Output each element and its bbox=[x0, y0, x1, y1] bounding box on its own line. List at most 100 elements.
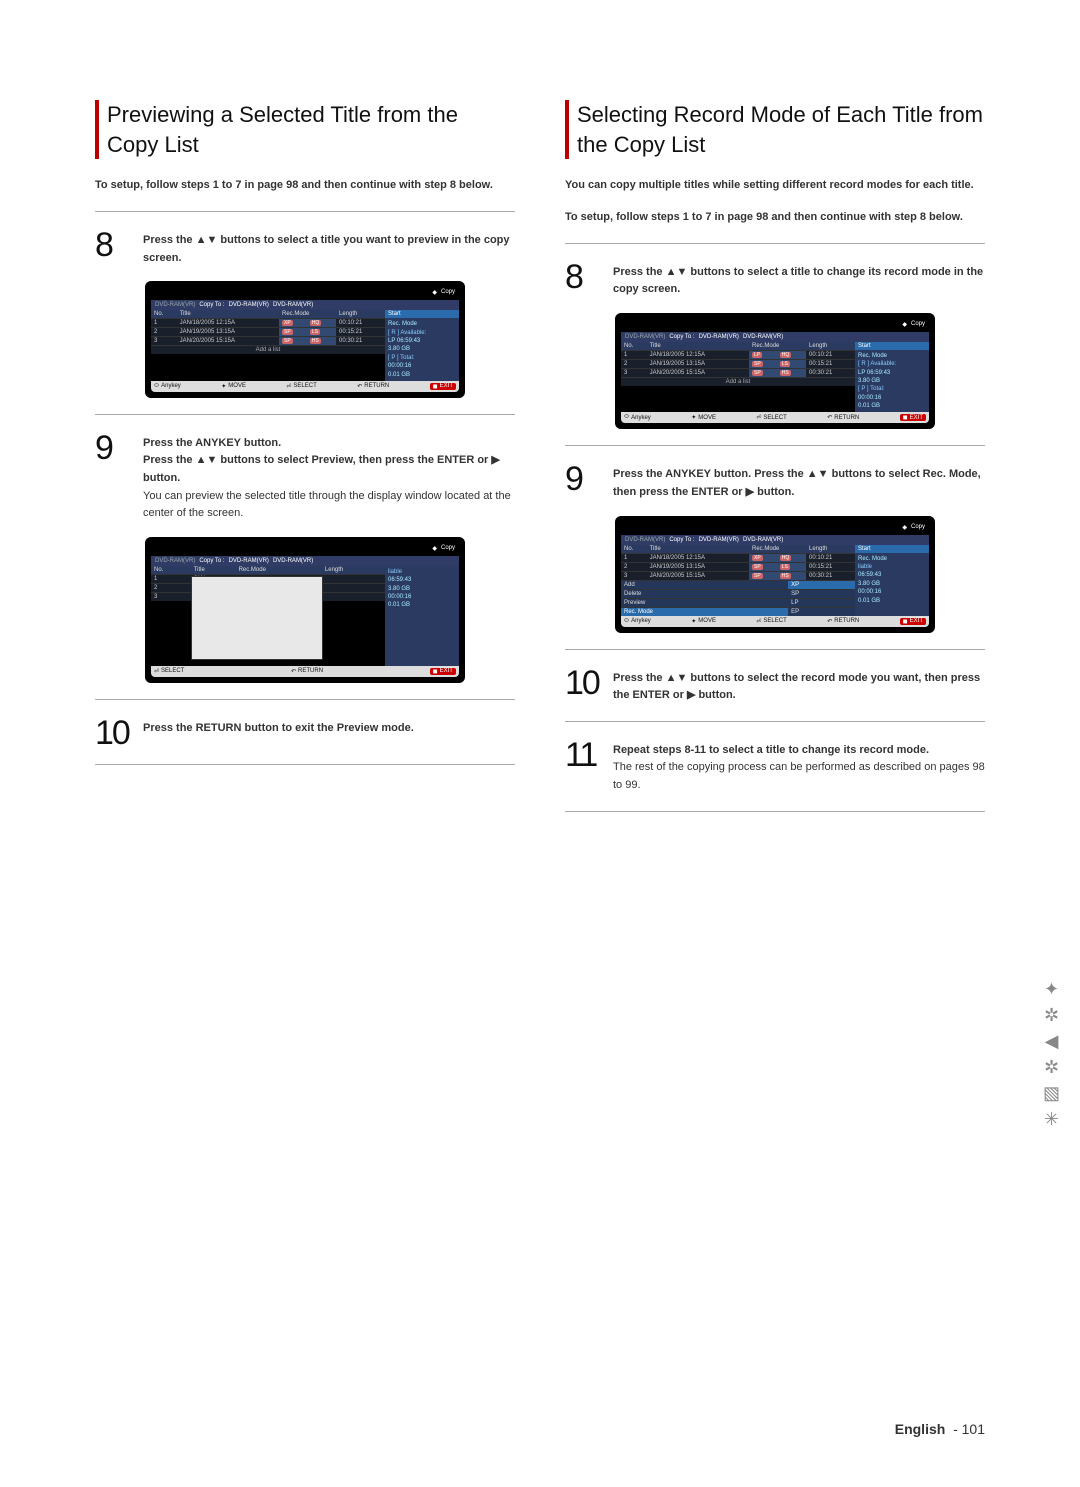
diamond-icon: ◆ bbox=[432, 545, 437, 552]
copy-screen-recmode: ◆Copy DVD-RAM(VR) Copy To : DVD-RAM(VR) … bbox=[615, 516, 935, 633]
nav-bar: ⏎ SELECT ↶ RETURN ◼ EXIT bbox=[151, 666, 459, 677]
copy-header: DVD-RAM(VR) Copy To : DVD-RAM(VR) DVD-RA… bbox=[151, 556, 459, 566]
cell: HS bbox=[777, 571, 806, 580]
mode-badge: LS bbox=[310, 329, 320, 335]
copy-header: DVD-RAM(VR) Copy To : DVD-RAM(VR) DVD-RA… bbox=[621, 535, 929, 545]
mode-badge: LS bbox=[780, 361, 790, 367]
cell: 00:15:21 bbox=[806, 562, 855, 571]
table-header-row: No.TitleRec.ModeLength bbox=[151, 566, 385, 575]
diamond-icon: ◆ bbox=[902, 524, 907, 531]
table-row: 3JAN/20/2005 15:15ASPHS00:30:21 bbox=[151, 337, 385, 346]
avail-gb: 3.80 GB bbox=[388, 345, 456, 353]
diamond-icon: ◆ bbox=[432, 289, 437, 296]
available-label: [ R ] Available: bbox=[388, 329, 456, 337]
table-row: 2JAN/19/2005 13:15ASPLS00:15:21 bbox=[151, 328, 385, 337]
step-number: 9 bbox=[95, 433, 135, 464]
cell: HQ bbox=[777, 553, 806, 562]
gear-icon: ✲ bbox=[1044, 1058, 1059, 1076]
title-table: No.TitleRec.ModeLength 1JAN/18/2005 12:1… bbox=[151, 310, 385, 354]
start-button: Start bbox=[385, 310, 459, 318]
step-text: Press the ANYKEY button. Press the ▲▼ bu… bbox=[143, 433, 515, 523]
mode-badge: SP bbox=[282, 329, 293, 335]
side-panel: Start Rec. Mode liable 06:59:43 3.80 GB … bbox=[855, 545, 929, 616]
col-length: Length bbox=[322, 566, 385, 575]
cell: JAN/20/2005 15:15A bbox=[647, 368, 749, 377]
cell: SP bbox=[279, 328, 307, 337]
cell: 1 bbox=[151, 319, 177, 328]
col-title: Title bbox=[177, 310, 279, 319]
total-gb: 0.01 GB bbox=[388, 601, 456, 609]
side-panel: liable 06:59:43 3.80 GB 00:00:16 0.01 GB bbox=[385, 566, 459, 666]
list-area: No.TitleRec.ModeLength 1JAN/18/2005 12:1… bbox=[151, 310, 459, 381]
mode-xp: XP bbox=[788, 580, 855, 589]
copy-to-label: Copy To : bbox=[199, 558, 224, 564]
move-hint: ✦ MOVE bbox=[691, 618, 716, 625]
col-mode: Rec.Mode bbox=[279, 310, 336, 319]
col-mode: Rec.Mode bbox=[749, 545, 806, 554]
cell: 00:30:21 bbox=[336, 337, 385, 346]
mode-badge: HS bbox=[780, 370, 791, 376]
available-label: [ R ] Available: bbox=[858, 360, 926, 368]
dst-disc2: DVD-RAM(VR) bbox=[743, 537, 783, 543]
list-area: No.TitleRec.ModeLength 1JAN/18/2005 12:1… bbox=[621, 342, 929, 413]
right-step-8: 8 Press the ▲▼ buttons to select a title… bbox=[565, 262, 985, 299]
separator bbox=[565, 721, 985, 722]
title-accent-bar bbox=[95, 100, 99, 159]
title-table: No.TitleRec.ModeLength 1JAN/18/2005 12:1… bbox=[621, 545, 855, 580]
avail-gb: 3.80 GB bbox=[858, 377, 926, 385]
table-row: 3JAN/20/2005 15:15ASPHS00:30:21 bbox=[621, 571, 855, 580]
cell: HS bbox=[307, 337, 336, 346]
src-disc: DVD-RAM(VR) bbox=[155, 558, 195, 564]
cell: SP bbox=[749, 562, 777, 571]
square-icon: ▧ bbox=[1043, 1084, 1060, 1102]
total-label: [ P ] Total: bbox=[388, 354, 456, 362]
step-text: Repeat steps 8-11 to select a title to c… bbox=[613, 740, 985, 795]
total-gb: 0.01 GB bbox=[858, 597, 926, 605]
left-step-9: 9 Press the ANYKEY button. Press the ▲▼ … bbox=[95, 433, 515, 523]
cell: LS bbox=[777, 359, 806, 368]
exit-hint: ◼ EXIT bbox=[900, 618, 926, 625]
cell: 2 bbox=[621, 359, 647, 368]
cell: HQ bbox=[777, 350, 806, 359]
gear-icon: ✲ bbox=[1044, 1006, 1059, 1024]
col-no: No. bbox=[151, 310, 177, 319]
cell: SP bbox=[749, 359, 777, 368]
col-mode: Rec.Mode bbox=[236, 566, 322, 575]
separator bbox=[565, 243, 985, 244]
cell: JAN/19/2005 13:15A bbox=[647, 359, 749, 368]
dst-disc: DVD-RAM(VR) bbox=[229, 558, 269, 564]
return-hint: ↶ RETURN bbox=[357, 383, 389, 390]
copy-label: Copy bbox=[911, 321, 925, 328]
separator bbox=[565, 445, 985, 446]
dst-disc: DVD-RAM(VR) bbox=[229, 302, 269, 308]
context-menu: AddXP DeleteSP PreviewLP Rec. ModeEP bbox=[621, 580, 855, 616]
exit-hint: ◼ EXIT bbox=[900, 414, 926, 421]
copy-to-label: Copy To : bbox=[199, 302, 224, 308]
nav-bar: ⬭ Anykey ✦ MOVE ⏎ SELECT ↶ RETURN ◼ EXIT bbox=[621, 412, 929, 423]
dst-disc2: DVD-RAM(VR) bbox=[743, 334, 783, 340]
mode-badge: HQ bbox=[780, 352, 792, 358]
copy-screen-preview: ◆Copy DVD-RAM(VR) Copy To : DVD-RAM(VR) … bbox=[145, 537, 465, 683]
cell: 00:10:21 bbox=[806, 350, 855, 359]
table-header-row: No.TitleRec.ModeLength bbox=[621, 545, 855, 554]
menu-preview: Preview bbox=[621, 598, 788, 607]
menu-item: AddXP bbox=[621, 580, 855, 589]
select-hint: ⏎ SELECT bbox=[286, 383, 316, 390]
copy-to-label: Copy To : bbox=[669, 537, 694, 543]
total-time: 00:00:16 bbox=[858, 588, 926, 596]
mode-badge: SP bbox=[752, 573, 763, 579]
menu-item: PreviewLP bbox=[621, 598, 855, 607]
side-panel: Start Rec. Mode [ R ] Available: LP 06:5… bbox=[855, 342, 929, 413]
available-label: liable bbox=[388, 568, 456, 576]
diamond-icon: ◆ bbox=[902, 321, 907, 328]
anykey-pill: ⬭ Anykey bbox=[624, 618, 651, 625]
cell: 00:10:21 bbox=[806, 553, 855, 562]
cell: JAN/19/2005 13:15A bbox=[177, 328, 279, 337]
move-hint: ✦ MOVE bbox=[221, 383, 246, 390]
diamond-icon: ✦ bbox=[1044, 980, 1059, 998]
side-panel: Start Rec. Mode [ R ] Available: LP 06:5… bbox=[385, 310, 459, 381]
src-disc: DVD-RAM(VR) bbox=[625, 537, 665, 543]
col-length: Length bbox=[806, 545, 855, 554]
col-no: No. bbox=[151, 566, 191, 575]
menu-item: Rec. ModeEP bbox=[621, 607, 855, 616]
